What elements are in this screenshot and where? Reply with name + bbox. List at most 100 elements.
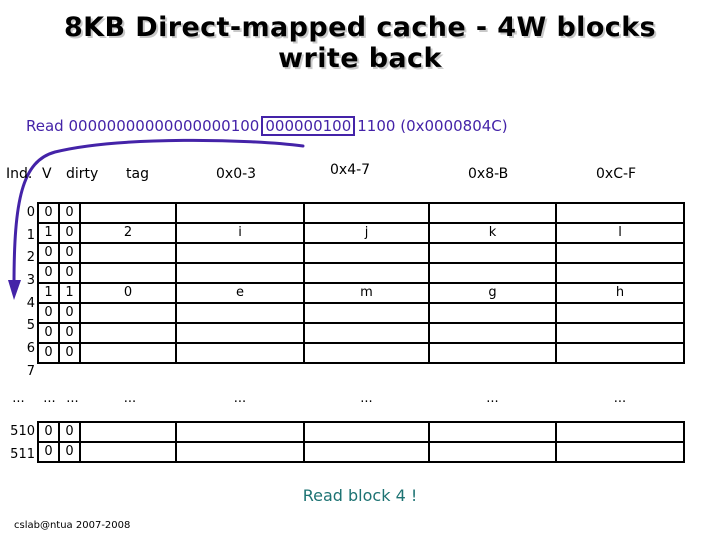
cell-word2 [428,262,557,284]
cell-dirty: 0 [58,262,81,284]
row-index-label: 7 [26,364,35,379]
cell-valid: 0 [37,342,60,364]
cell-valid: 0 [37,322,60,344]
cell-tag [79,242,177,264]
cell-valid: 0 [37,441,60,463]
cell-word1 [303,322,430,344]
row-index-label: 510 [10,424,35,439]
ellipsis-word1: ... [360,391,373,406]
row-index-label: 511 [10,447,35,462]
cell-word1 [303,342,430,364]
cell-word0 [175,421,305,443]
cell-word1: m [303,282,430,304]
ellipsis-tag: ... [123,391,137,406]
address-offset-bits: 1100 [357,117,396,135]
table-row: 0 0 [37,322,685,344]
page-title: 8KB Direct-mapped cache - 4W blocks writ… [0,12,720,74]
cache-table-tail: 0 0 0 0 [37,421,685,463]
header-word-0x4-7: 0x4-7 [330,162,371,178]
header-tag: tag [126,166,149,182]
cell-word0 [175,202,305,224]
cell-valid: 1 [37,222,60,244]
cell-word2 [428,342,557,364]
address-hex-value: (0x0000804C) [400,117,508,135]
cell-dirty: 0 [58,242,81,264]
cell-word3 [555,202,685,224]
cell-word0 [175,242,305,264]
table-row: 0 0 [37,262,685,284]
row-index-label: 4 [26,296,35,311]
cell-word1 [303,441,430,463]
cell-word2: g [428,282,557,304]
cell-tag [79,202,177,224]
cell-word3 [555,421,685,443]
cell-word2 [428,202,557,224]
cell-word3 [555,242,685,264]
ellipsis-word2: ... [486,391,499,406]
cell-dirty: 0 [58,202,81,224]
table-row: 0 0 [37,441,685,463]
cell-word2 [428,242,557,264]
cell-word0 [175,441,305,463]
cell-dirty: 0 [58,421,81,443]
cell-valid: 0 [37,262,60,284]
row-index-label: 6 [26,341,35,356]
header-word-0x8-B: 0x8-B [468,166,509,182]
cell-word3 [555,302,685,324]
cell-word1 [303,242,430,264]
cell-tag [79,262,177,284]
row-index-label: 3 [26,273,35,288]
page-title-line-2: write back [278,43,442,74]
cell-dirty: 0 [58,302,81,324]
address-index-bits-box: 000000100 [261,116,356,136]
cell-tag [79,302,177,324]
table-row: 0 0 [37,302,685,324]
slide-canvas: 8KB Direct-mapped cache - 4W blocks writ… [0,0,720,540]
cell-tag [79,421,177,443]
cell-word1 [303,421,430,443]
header-word-0xC-F: 0xC-F [596,166,637,182]
cell-word3: l [555,222,685,244]
cell-valid: 0 [37,302,60,324]
cell-valid: 0 [37,421,60,443]
cell-word3: h [555,282,685,304]
cell-dirty: 0 [58,441,81,463]
cell-word0 [175,302,305,324]
cell-word1 [303,202,430,224]
table-row: 0 0 [37,342,685,364]
table-row: 1 0 2 i j k l [37,222,685,244]
cell-word2 [428,421,557,443]
cell-word2 [428,302,557,324]
cell-word0 [175,262,305,284]
table-row: 0 0 [37,421,685,443]
cell-word1 [303,302,430,324]
table-row: 1 1 0 e m g h [37,282,685,304]
cache-table: 0 0 1 0 2 i j k l 0 0 0 0 1 1 0 e m g h … [37,202,685,364]
footer-credit: cslab@ntua 2007-2008 [14,520,131,531]
header-index: Ind. [6,166,33,182]
cell-tag: 0 [79,282,177,304]
ellipsis-index: ... [12,391,25,406]
cell-word3 [555,441,685,463]
cell-tag [79,441,177,463]
row-index-label: 0 [26,205,35,220]
cell-dirty: 1 [58,282,81,304]
cell-word3 [555,322,685,344]
cell-word3 [555,342,685,364]
header-valid: V [42,166,52,182]
cell-tag [79,322,177,344]
header-dirty: dirty [66,166,99,182]
cell-word1 [303,262,430,284]
read-label: Read [26,117,64,135]
address-tag-bits: 00000000000000000100 [68,117,260,135]
row-index-label: 5 [26,318,35,333]
header-word-0x0-3: 0x0-3 [216,166,257,182]
ellipsis-word3: ... [613,391,627,406]
cell-word2 [428,441,557,463]
cell-tag [79,342,177,364]
cell-word1: j [303,222,430,244]
ellipsis-valid: ... [43,391,56,406]
read-address-line: Read 00000000000000000100 000000100 1100 (… [26,116,508,136]
read-block-note: Read block 4 ! [302,486,418,505]
cell-word0 [175,322,305,344]
